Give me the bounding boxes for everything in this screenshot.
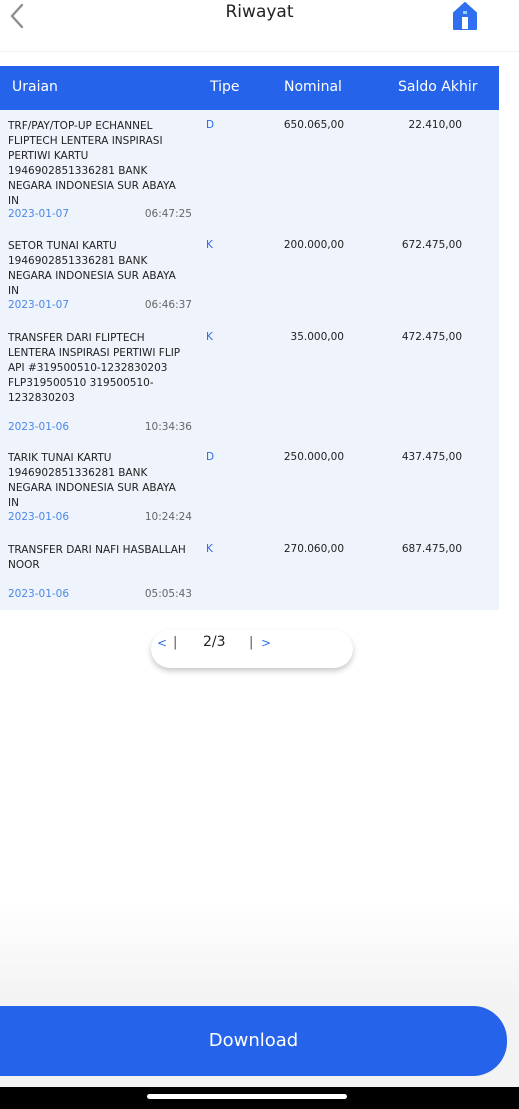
home-indicator[interactable] <box>147 1094 347 1099</box>
row-date: 2023-01-07 <box>8 299 70 311</box>
pagination-separator: | <box>173 635 178 650</box>
row-time: 06:47:25 <box>144 208 192 220</box>
row-balance: 22.410,00 <box>408 119 462 131</box>
row-time: 06:46:37 <box>144 299 192 311</box>
row-description: TRF/PAY/TOP-UP ECHANNEL FLIPTECH LENTERA… <box>8 120 176 207</box>
row-description: SETOR TUNAI KARTU 1946902851336281 BANK … <box>8 240 176 297</box>
column-header-nominal: Nominal <box>284 79 342 95</box>
page-title: Riwayat <box>225 2 294 22</box>
row-balance: 437.475,00 <box>401 451 462 463</box>
column-header-uraian: Uraian <box>12 79 58 95</box>
row-nominal: 250.000,00 <box>283 451 344 463</box>
row-type: K <box>206 543 213 555</box>
app-header: Riwayat <box>0 0 519 52</box>
row-time: 10:34:36 <box>144 421 192 433</box>
pagination: < | 2/3 | > <box>151 630 353 668</box>
row-balance: 472.475,00 <box>401 331 462 343</box>
row-description: TRANSFER DARI FLIPTECH LENTERA INSPIRASI… <box>8 332 181 404</box>
download-button-label: Download <box>208 1030 299 1051</box>
next-page-button[interactable]: > <box>261 636 271 650</box>
row-date: 2023-01-06 <box>8 511 70 523</box>
row-description: TARIK TUNAI KARTU 1946902851336281 BANK … <box>8 452 176 509</box>
download-button[interactable]: Download <box>0 1006 507 1076</box>
row-nominal: 200.000,00 <box>283 239 344 251</box>
row-type: D <box>206 119 215 131</box>
bottom-fade <box>0 900 519 1000</box>
row-type: K <box>206 239 213 251</box>
previous-page-button[interactable]: < <box>157 636 167 650</box>
transaction-table: Uraian Tipe Nominal Saldo Akhir TRF/PAY/… <box>0 66 499 610</box>
row-date: 2023-01-06 <box>8 421 70 433</box>
row-balance: 687.475,00 <box>401 543 462 555</box>
column-header-tipe: Tipe <box>210 79 240 95</box>
row-time: 05:05:43 <box>144 588 192 600</box>
row-balance: 672.475,00 <box>401 239 462 251</box>
row-nominal: 650.065,00 <box>283 119 344 131</box>
page-indicator: 2/3 <box>203 634 226 650</box>
home-icon <box>453 2 477 30</box>
pagination-separator: | <box>249 635 254 650</box>
row-type: K <box>206 331 213 343</box>
row-date: 2023-01-06 <box>8 588 70 600</box>
row-description: TRANSFER DARI NAFI HASBALLAH NOOR <box>8 544 186 571</box>
table-header: Uraian Tipe Nominal Saldo Akhir <box>0 66 499 110</box>
home-button[interactable] <box>452 1 478 31</box>
row-nominal: 270.060,00 <box>283 543 344 555</box>
row-type: D <box>206 451 215 463</box>
column-header-saldo-akhir: Saldo Akhir <box>398 79 478 95</box>
row-nominal: 35.000,00 <box>290 331 344 343</box>
row-time: 10:24:24 <box>144 511 192 523</box>
row-date: 2023-01-07 <box>8 208 70 220</box>
